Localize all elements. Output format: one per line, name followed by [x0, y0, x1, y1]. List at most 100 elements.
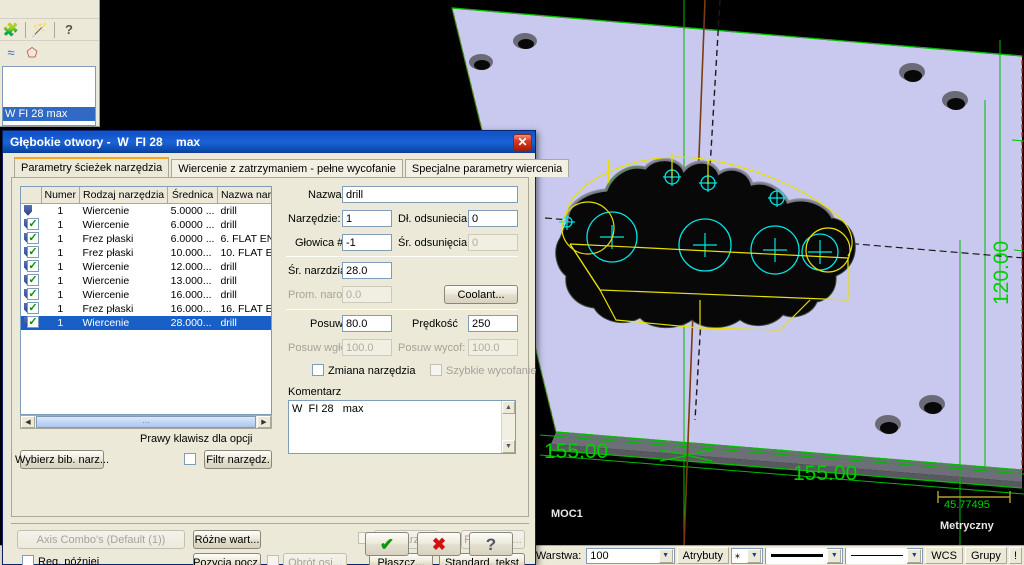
scale-value: 45.77495 — [944, 499, 990, 511]
cell-numer: 1 — [57, 274, 64, 287]
dialog-title: Głębokie otwory - W FI 28 max — [10, 135, 201, 149]
tool-filter-button[interactable]: Filtr narzędz. — [204, 450, 272, 469]
chevron-left-icon[interactable]: ◀ — [21, 416, 35, 428]
puzzle-icon[interactable]: 🧩 — [2, 21, 20, 39]
sr-odsuniecia-label: Śr. odsunięcia: — [398, 237, 471, 249]
chevron-up-icon[interactable]: ▲ — [502, 401, 515, 414]
ok-button[interactable]: ✔ — [365, 532, 409, 556]
sr-odsuniecia-input: 0 — [468, 234, 518, 251]
right-click-hint: Prawy klawisz dla opcji — [140, 433, 253, 445]
units-label: Metryczny — [940, 520, 994, 532]
scrollbar-thumb[interactable]: ⋯ — [36, 416, 256, 428]
cell-nazwa: 10. FLAT END... — [220, 246, 272, 259]
line-width-swatch — [766, 547, 828, 564]
th-nazwa[interactable]: Nazwa narzędzia — [217, 187, 271, 204]
select-tool-library-button[interactable]: Wybierz bib. narz... — [15, 450, 109, 469]
zmiana-narzedzia-checkbox[interactable] — [312, 364, 324, 376]
komentarz-scrollbar[interactable]: ▲ ▼ — [501, 401, 515, 453]
wave-icon[interactable]: ≈ — [2, 43, 20, 61]
cell-srednica: 13.000... — [170, 274, 212, 287]
point-style-combo[interactable]: ⁎ ▼ — [731, 547, 764, 564]
cell-rodzaj: Wiercenie — [82, 218, 130, 231]
cell-srednica: 6.0000 ... — [170, 232, 215, 245]
tool-table-body: 1 Wiercenie 5.0000 ... drill ✓ 1 Wiercenie 6.00… — [21, 203, 272, 330]
tab-parametry-sciezek[interactable]: Parametry ścieżek narzędzia — [14, 157, 170, 177]
th-rodzaj[interactable]: Rodzaj narzędzia — [79, 187, 169, 204]
wcs-button[interactable]: WCS — [925, 547, 963, 564]
table-row[interactable]: ✓ 1 Wiercenie 12.000... drill — [21, 259, 271, 274]
table-row[interactable]: ✓ 1 Frez płaski 16.000... 16. FLAT END... — [21, 301, 271, 316]
table-row[interactable]: ✓ 1 Wiercenie 16.000... drill — [21, 287, 271, 302]
tab-wiercenie-zatrzymanie[interactable]: Wiercenie z zatrzymaniem - pełne wycofan… — [171, 159, 403, 177]
rotate-shape-icon[interactable]: ⬠ — [23, 43, 41, 61]
table-row[interactable]: ✓ 1 Wiercenie 28.000... drill — [21, 315, 271, 330]
coordinate-system-label: MOC1 — [551, 508, 583, 520]
sr-narzdzia-input[interactable]: 28.0 — [342, 262, 392, 279]
posuw-input[interactable]: 80.0 — [342, 315, 392, 332]
point-style-chevron-down-icon[interactable]: ▼ — [747, 548, 762, 563]
background-list[interactable]: W FI 28 max — [2, 66, 96, 126]
dialog-footer: ✔ ✖ ? — [3, 524, 537, 564]
table-row[interactable]: 1 Wiercenie 5.0000 ... drill — [21, 203, 271, 218]
line-width-combo[interactable]: ▼ — [765, 547, 844, 564]
line-style-chevron-down-icon[interactable]: ▼ — [907, 548, 922, 563]
coolant-button[interactable]: Coolant... — [444, 285, 518, 304]
cell-nazwa: drill — [217, 315, 271, 330]
line-style-combo[interactable]: ▼ — [845, 547, 924, 564]
tool-list-horizontal-scrollbar[interactable]: ◀ ⋯ ▶ — [20, 415, 272, 429]
posuw-label: Posuw — [310, 318, 344, 330]
atrybuty-button[interactable]: Atrybuty — [676, 547, 729, 564]
dl-odsuniecia-input[interactable]: 0 — [468, 210, 518, 227]
line-width-chevron-down-icon[interactable]: ▼ — [827, 548, 842, 563]
magic-wand-icon[interactable]: 🪄 — [31, 21, 49, 39]
cell-numer: 1 — [57, 232, 64, 245]
predkosc-input[interactable]: 250 — [468, 315, 518, 332]
close-icon[interactable]: ✕ — [513, 133, 532, 151]
tool-table: Numer Rodzaj narzędzia Średnica Nazwa na… — [21, 187, 272, 330]
table-row[interactable]: ✓ 1 Wiercenie 13.000... drill — [21, 273, 271, 288]
th-numer[interactable]: Numer — [41, 187, 81, 204]
cell-srednica: 6.0000 ... — [170, 218, 215, 231]
dialog-titlebar[interactable]: Głębokie otwory - W FI 28 max ✕ — [3, 131, 535, 153]
th-icon[interactable] — [21, 187, 42, 204]
warstwa-value: 100 — [590, 549, 609, 562]
tool-shield-icon: ✓ — [21, 217, 41, 232]
tool-shield-icon: ✓ — [21, 273, 41, 288]
table-row[interactable]: ✓ 1 Wiercenie 6.0000 ... drill — [21, 217, 271, 232]
chevron-right-icon[interactable]: ▶ — [257, 416, 271, 428]
szybkie-wycofanie-checkbox — [430, 364, 442, 376]
filter-tools-checkbox[interactable] — [184, 453, 196, 465]
table-row[interactable]: ✓ 1 Frez płaski 10.000... 10. FLAT END... — [21, 245, 272, 260]
komentarz-label: Komentarz — [288, 386, 342, 398]
dimension-155-left: 155.00 — [544, 440, 609, 463]
cell-numer: 1 — [57, 246, 64, 259]
posuw-wglab-input: 100.0 — [342, 339, 392, 356]
glowica-input[interactable]: -1 — [342, 234, 392, 251]
warstwa-chevron-down-icon[interactable]: ▼ — [658, 548, 673, 563]
komentarz-textarea[interactable]: W FI 28 max ▲ ▼ — [288, 400, 516, 454]
alert-button[interactable]: ! — [1008, 547, 1022, 564]
chevron-down-icon[interactable]: ▼ — [502, 440, 515, 453]
help-button[interactable]: ? — [469, 532, 513, 556]
prom-naroza-input: 0.0 — [342, 286, 392, 303]
tab-panel-parametry: Numer Rodzaj narzędzia Średnica Nazwa na… — [11, 177, 537, 517]
cross-icon: ✖ — [431, 534, 447, 554]
divider-1 — [286, 256, 518, 257]
tool-list[interactable]: Numer Rodzaj narzędzia Średnica Nazwa na… — [20, 186, 272, 415]
warstwa-combo[interactable]: 100 ▼ — [586, 547, 675, 564]
szybkie-wycofanie-label: Szybkie wycofanie — [446, 365, 537, 377]
posuw-wycof-label: Posuw wycof: — [398, 342, 466, 354]
nazwa-input[interactable]: drill — [342, 186, 518, 203]
dimension-120-right: 120.00 — [990, 240, 1013, 305]
th-srednica[interactable]: Średnica — [167, 187, 218, 204]
application-window: 155.00 155.00 120.00 MOC1 45.77495 Metry… — [0, 0, 1024, 565]
tab-specjalne-parametry[interactable]: Specjalne parametry wiercenia — [404, 159, 570, 177]
table-row[interactable]: ✓ 1 Frez płaski 6.0000 ... 6. FLAT ENDM... — [21, 231, 271, 246]
grupy-button[interactable]: Grupy — [964, 547, 1007, 564]
deep-holes-dialog: Głębokie otwory - W FI 28 max ✕ Parametr… — [2, 130, 570, 565]
narzedzie-input[interactable]: 1 — [342, 210, 392, 227]
background-list-selected-item[interactable]: W FI 28 max — [3, 107, 95, 121]
nazwa-label: Nazwa — [308, 189, 342, 201]
cancel-button[interactable]: ✖ — [417, 532, 461, 556]
help-icon[interactable]: ? — [60, 21, 78, 39]
